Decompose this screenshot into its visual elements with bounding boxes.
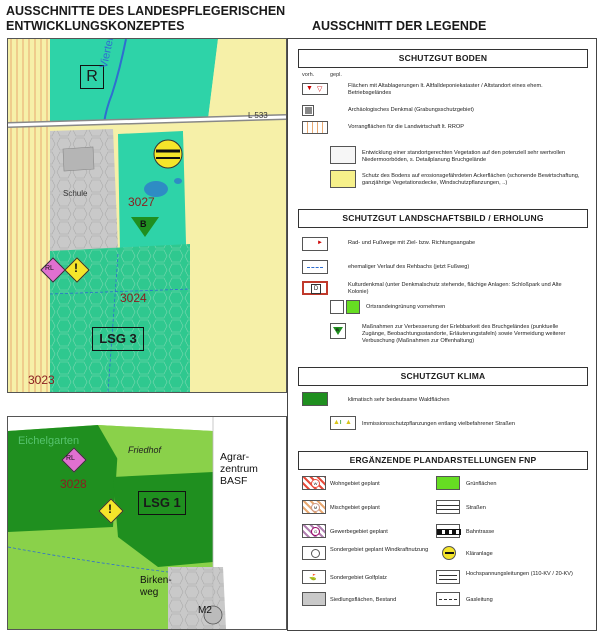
field-right [183, 125, 286, 392]
legend-fnp-left-1: Wohngebiet geplant [330, 481, 380, 487]
map-top-canvas [8, 39, 286, 392]
rl-marker-bottom-label: RL [66, 455, 75, 462]
m2-label: M2 [198, 605, 212, 616]
legend-panel: SCHUTZGUT BODEN vorh. gepl. ▼ ▽ Flächen … [287, 38, 597, 631]
birkenweg-label: Birken- weg [140, 575, 172, 599]
legend-boden-item-2: Archäologisches Denkmal (Grabungsschutzg… [348, 107, 474, 113]
legend-fnp-left-6: Siedlungsflächen, Bestand [330, 597, 397, 603]
radweg-symbol: ► [302, 237, 328, 251]
agrar-line1: Agrar- [220, 451, 250, 463]
col-gepl: gepl. [330, 72, 342, 78]
left-title-line1: AUSSCHNITTE DES LANDESPFLEGERISCHEN [6, 4, 286, 18]
legend-fnp-left-4: Sondergebiet geplant Windkraftnutzung [330, 547, 429, 553]
gruenflaechen-symbol [436, 476, 460, 490]
niedermoor-symbol [330, 146, 356, 164]
legend-fnp-right-6: Gasleitung [466, 597, 493, 603]
right-title: AUSSCHNITT DER LEGENDE [312, 19, 487, 33]
golfplatz-symbol: ⛳ [302, 570, 326, 584]
legend-landschaft-item-1: Rad- und Fußwege mit Ziel- bzw. Richtung… [348, 240, 476, 246]
legend-klima-item-1: klimatisch sehr bedeutsame Waldflächen [348, 397, 450, 403]
mischgebiet-m: M [311, 503, 320, 512]
legend-boden-item-1: Flächen mit Altablagerungen lt. Altfalld… [348, 83, 543, 96]
kulturdenkmal-d: D [311, 284, 321, 294]
agrar-line2: zentrum [220, 463, 258, 475]
legend-heading-landschaft: SCHUTZGUT LANDSCHAFTSBILD / ERHOLUNG [298, 209, 588, 228]
wohngebiet-symbol: W [302, 476, 326, 490]
rl-marker-label: RL [45, 265, 54, 272]
map-top: R Viertelbach L 533 Schule 3027 B RL ! 3… [7, 38, 287, 393]
left-title: AUSSCHNITTE DES LANDESPFLEGERISCHEN ENTW… [6, 4, 285, 34]
legend-fnp-right-1: Grünflächen [466, 481, 497, 487]
mischgebiet-symbol: M [302, 500, 326, 514]
bahntrasse-symbol [436, 524, 461, 538]
r-box: R [80, 65, 104, 89]
field-top-right [208, 39, 286, 119]
erosion-symbol [330, 170, 356, 188]
hochspannung-symbol [436, 570, 460, 584]
wohngebiet-w: W [311, 479, 320, 488]
legend-landschaft-item-5: Maßnahmen zur Verbesserung der Erlebbark… [362, 324, 566, 344]
ortsrand-symbol-1 [330, 300, 344, 314]
left-title-line2: ENTWICKLUNGSKONZEPTES [6, 19, 185, 33]
altlast-symbol: ▼ ▽ [302, 83, 328, 95]
bruch-b-letter: B [336, 327, 339, 332]
col-vorh: vorh. [302, 72, 315, 78]
agri-priority-symbol [302, 121, 328, 134]
bruch-b-symbol: B [330, 323, 346, 339]
ortsrand-symbol-2 [346, 300, 360, 314]
legend-boden-item-5: Schutz des Bodens auf erosionsgefährdete… [362, 173, 580, 186]
klaeranlage-icon [153, 139, 183, 169]
windkraft-symbol [302, 546, 326, 560]
warning-marker-label: ! [74, 261, 78, 275]
n3024-label: 3024 [120, 291, 147, 305]
field-top [50, 39, 218, 121]
legend-fnp-left-5: Sondergebiet Golfplatz [330, 575, 387, 581]
gewerbegebiet-symbol: G [302, 524, 326, 538]
lsg1-label: LSG 1 [138, 491, 186, 515]
n3027-label: 3027 [128, 195, 155, 209]
archaeology-symbol [302, 105, 314, 116]
agri-strip-left [8, 39, 50, 392]
n3023-label: 3023 [28, 373, 55, 387]
legend-heading-boden: SCHUTZGUT BODEN [298, 49, 588, 68]
wald-symbol [302, 392, 328, 406]
birken-line2: weg [140, 587, 159, 598]
gasleitung-symbol [436, 592, 460, 606]
legend-fnp-left-3: Gewerbegebiet geplant [330, 529, 388, 535]
friedhof-label: Friedhof [128, 445, 162, 455]
legend-landschaft-item-2: ehemaliger Verlauf des Rehbachs (jetzt F… [348, 264, 470, 270]
legend-fnp-right-5: Hochspannungsleitungen (110-KV / 20-KV) [466, 571, 573, 577]
lsg3-label: LSG 3 [92, 327, 144, 351]
legend-heading-klima: SCHUTZGUT KLIMA [298, 367, 588, 386]
schule-label: Schule [63, 189, 88, 198]
road-label: L 533 [248, 111, 268, 120]
gewerbegebiet-g: G [311, 527, 320, 536]
kulturdenkmal-symbol: D [302, 281, 328, 295]
eichelgarten-label: Eichelgarten [18, 435, 80, 447]
siedlung-symbol [302, 592, 326, 606]
agrarzentrum-label: Agrar- zentrum BASF [220, 451, 258, 487]
legend-heading-fnp: ERGÄNZENDE PLANDARSTELLUNGEN FNP [298, 451, 588, 470]
legend-fnp-left-2: Mischgebiet geplant [330, 505, 380, 511]
legend-fnp-right-2: Straßen [466, 505, 486, 511]
rehbach-symbol [302, 260, 328, 274]
immission-i: I [340, 420, 342, 426]
immission-symbol: ▲ I ▲ [330, 416, 356, 430]
n3028-label: 3028 [60, 477, 87, 491]
b-marker-label: B [140, 219, 147, 229]
legend-boden-item-4: Entwicklung einer standortgerechten Vege… [362, 150, 566, 163]
birken-line1: Birken- [140, 575, 172, 586]
klaeranlage-legend-icon [442, 546, 456, 560]
legend-landschaft-item-4: Ortsrandeingrünung vornehmen [366, 304, 446, 310]
legend-fnp-right-4: Kläranlage [466, 551, 493, 557]
legend-klima-item-2: Immissionsschutzpflanzungen entlang viel… [362, 421, 515, 427]
legend-fnp-right-3: Bahntrasse [466, 529, 495, 535]
agrar-line3: BASF [220, 475, 248, 487]
strassen-symbol [436, 500, 460, 514]
warning-marker-bottom-label: ! [108, 502, 112, 516]
legend-landschaft-item-3: Kulturdenkmal (unter Denkmalschutz stehe… [348, 282, 562, 295]
map-bottom: Eichelgarten RL 3028 Friedhof Agrar- zen… [7, 416, 287, 630]
legend-boden-item-3: Vorrangflächen für die Landwirtschaft lt… [348, 124, 464, 130]
